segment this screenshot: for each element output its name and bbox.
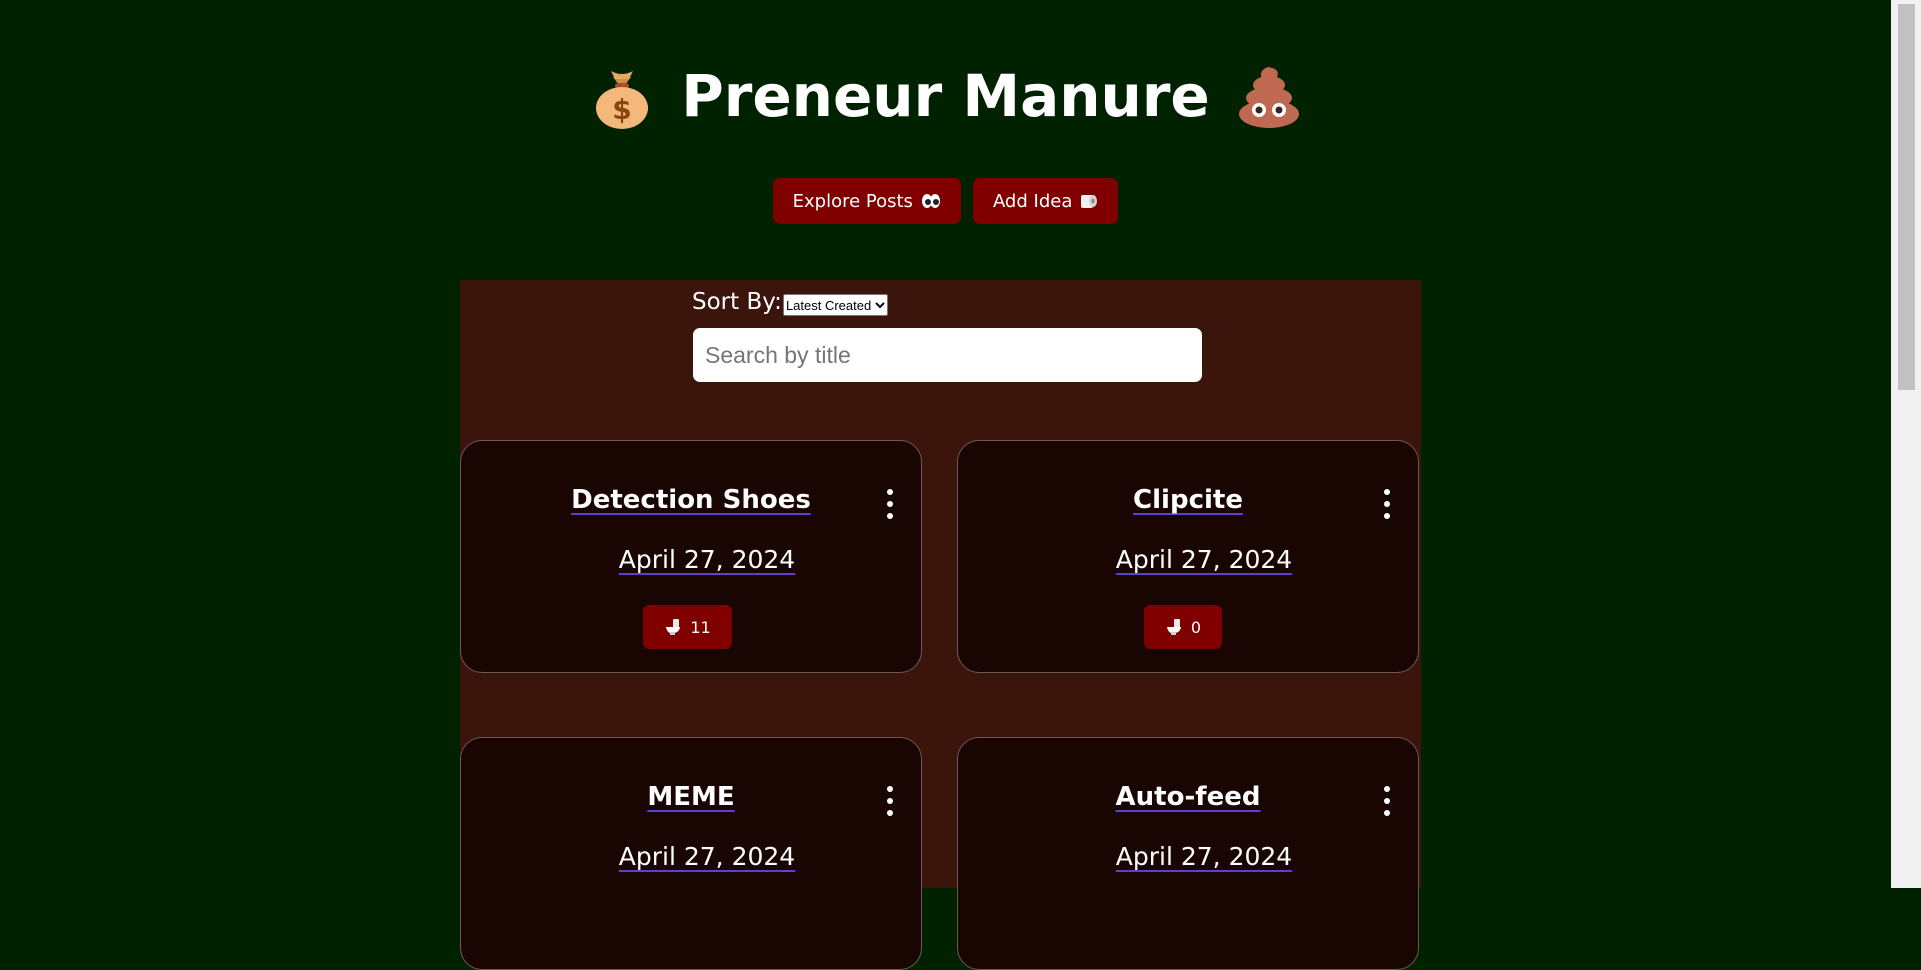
search-placeholder: Search by title bbox=[705, 341, 851, 368]
post-title-link[interactable]: Detection Shoes bbox=[461, 485, 921, 515]
toilet-paper-icon bbox=[1081, 195, 1098, 208]
vote-button[interactable]: 11 bbox=[643, 605, 732, 649]
vote-count: 11 bbox=[690, 617, 711, 637]
post-card[interactable]: MEME April 27, 2024 bbox=[460, 737, 922, 970]
post-date-link[interactable]: April 27, 2024 bbox=[461, 545, 921, 574]
post-title-link[interactable]: Clipcite bbox=[958, 485, 1418, 515]
post-title-link[interactable]: MEME bbox=[461, 782, 921, 812]
money-bag-icon: $ bbox=[596, 71, 649, 129]
sort-label: Sort By: bbox=[692, 289, 782, 315]
add-idea-button[interactable]: Add Idea bbox=[972, 178, 1119, 224]
post-card[interactable]: Auto-feed April 27, 2024 bbox=[957, 737, 1419, 970]
post-title-link[interactable]: Auto-feed bbox=[958, 782, 1418, 812]
scrollbar-thumb[interactable] bbox=[1898, 4, 1915, 390]
vote-button[interactable]: 0 bbox=[1144, 605, 1222, 649]
explore-posts-label: Explore Posts bbox=[792, 190, 913, 212]
site-title: Preneur Manure bbox=[681, 62, 1210, 130]
post-card[interactable]: Clipcite April 27, 2024 0 bbox=[957, 440, 1419, 673]
sort-select[interactable]: Latest Created bbox=[782, 294, 889, 316]
sort-selected-value: Latest Created bbox=[785, 297, 872, 313]
more-options-icon[interactable] bbox=[885, 489, 895, 519]
more-options-icon[interactable] bbox=[1382, 489, 1392, 519]
eyes-icon bbox=[921, 194, 940, 208]
post-date-link[interactable]: April 27, 2024 bbox=[461, 842, 921, 871]
vertical-scrollbar[interactable] bbox=[1891, 0, 1921, 888]
post-date-link[interactable]: April 27, 2024 bbox=[958, 842, 1418, 871]
posts-panel: Sort By: Latest Created Search by title … bbox=[460, 280, 1421, 970]
toilet-icon bbox=[666, 619, 681, 635]
post-date-link[interactable]: April 27, 2024 bbox=[958, 545, 1418, 574]
add-idea-label: Add Idea bbox=[992, 190, 1073, 212]
toilet-icon bbox=[1166, 619, 1181, 635]
sort-control: Sort By: Latest Created bbox=[692, 288, 889, 316]
more-options-icon[interactable] bbox=[1382, 786, 1392, 816]
search-input[interactable]: Search by title bbox=[693, 328, 1202, 382]
page: $ Preneur Manure Explore Posts Add Idea bbox=[0, 0, 1891, 970]
site-header: $ Preneur Manure bbox=[0, 62, 1891, 130]
vote-count: 0 bbox=[1190, 617, 1202, 637]
more-options-icon[interactable] bbox=[885, 786, 895, 816]
explore-posts-button[interactable]: Explore Posts bbox=[772, 178, 961, 224]
poop-emoji-icon bbox=[1238, 67, 1299, 128]
main-nav: Explore Posts Add Idea bbox=[0, 178, 1891, 224]
svg-text:$: $ bbox=[612, 93, 631, 126]
post-card[interactable]: Detection Shoes April 27, 2024 11 bbox=[460, 440, 922, 673]
chevron-down-icon bbox=[875, 302, 885, 309]
